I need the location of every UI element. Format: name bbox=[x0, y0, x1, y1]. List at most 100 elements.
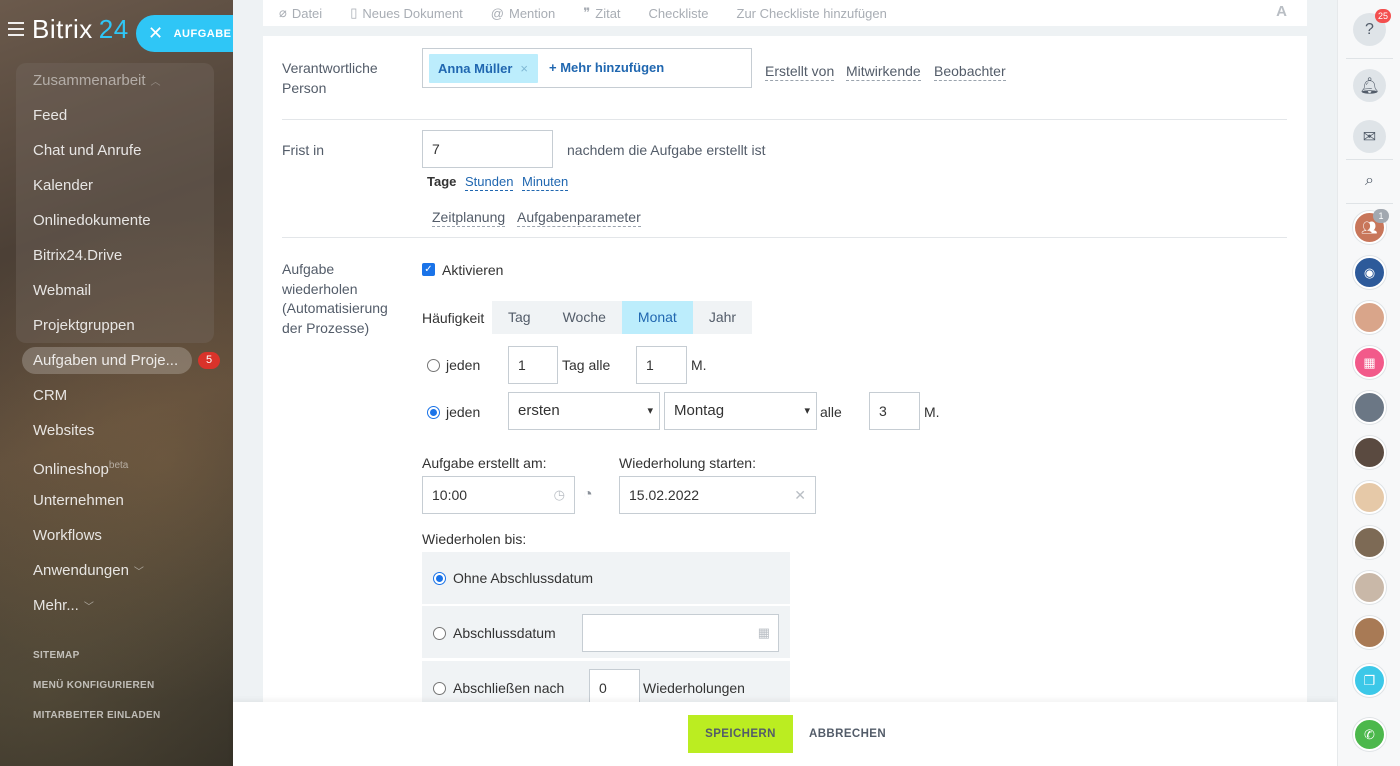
avatar[interactable] bbox=[1353, 571, 1386, 604]
option-1-suffix: M. bbox=[691, 357, 707, 373]
avatar[interactable] bbox=[1353, 616, 1386, 649]
unit-days[interactable]: Tage bbox=[427, 174, 456, 189]
toolbar-label: Neues Dokument bbox=[362, 5, 463, 21]
cancel-button[interactable]: ABBRECHEN bbox=[809, 715, 886, 753]
toolbar-label: Mention bbox=[509, 5, 556, 21]
sidebar-item-label: Mehr... bbox=[33, 597, 79, 614]
responsible-label: Verantwortliche Person bbox=[282, 60, 378, 96]
counter-badge: 5 bbox=[198, 352, 220, 369]
avatar[interactable] bbox=[1353, 436, 1386, 469]
phone-icon[interactable]: ✆ bbox=[1353, 718, 1386, 751]
divider bbox=[282, 237, 1287, 238]
deadline-label: Frist in bbox=[282, 142, 324, 158]
sidebar-item-chat[interactable]: Chat und Anrufe bbox=[0, 133, 233, 168]
invite-employees-link[interactable]: MITARBEITER EINLADEN bbox=[33, 708, 160, 738]
save-button[interactable]: SPEICHERN bbox=[688, 715, 793, 753]
new-task-button[interactable]: ✕ AUFGABE bbox=[136, 15, 233, 52]
activate-checkbox[interactable]: ✓ bbox=[422, 263, 435, 276]
configure-menu-link[interactable]: MENÜ KONFIGURIEREN bbox=[33, 678, 160, 708]
logo-number: 24 bbox=[98, 14, 129, 44]
participants-link[interactable]: Mitwirkende bbox=[846, 63, 921, 81]
user-chip[interactable]: Anna Müller × bbox=[429, 54, 538, 83]
created-at-time-input[interactable]: 10:00 ◷ bbox=[422, 476, 575, 514]
ordinal-select[interactable]: ersten ▾ bbox=[508, 392, 660, 430]
toolbar-checklist[interactable]: Checkliste bbox=[649, 6, 709, 21]
start-date-input[interactable]: 15.02.2022 ✕ bbox=[619, 476, 816, 514]
avatar[interactable] bbox=[1353, 391, 1386, 424]
chat-icon[interactable]: ✉︎ bbox=[1353, 120, 1386, 153]
option-2-prefix: jeden bbox=[446, 404, 481, 420]
copy-icon[interactable]: ❐ bbox=[1353, 664, 1386, 697]
calendar-icon[interactable]: ▦ bbox=[1353, 346, 1386, 379]
clear-icon[interactable]: ✕ bbox=[794, 477, 806, 513]
sidebar-item-webmail[interactable]: Webmail bbox=[0, 273, 233, 308]
frequency-day[interactable]: Tag bbox=[492, 301, 547, 334]
sidebar-item-unternehmen[interactable]: Unternehmen bbox=[0, 483, 233, 518]
end-after-radio[interactable] bbox=[433, 682, 446, 695]
sidebar-item-mehr[interactable]: Mehr... ﹀ bbox=[0, 588, 233, 623]
repeat-option-2-radio[interactable] bbox=[427, 406, 440, 419]
sidebar-item-crm[interactable]: CRM bbox=[0, 378, 233, 413]
sidebar-item-kalender[interactable]: Kalender bbox=[0, 168, 233, 203]
sidebar-item-aufgaben[interactable]: Aufgaben und Proje... 5 bbox=[0, 343, 233, 378]
scheduling-link[interactable]: Zeitplanung bbox=[432, 209, 506, 227]
contacts-icon[interactable]: 👥︎ 1 bbox=[1353, 209, 1389, 244]
sitemap-link[interactable]: SITEMAP bbox=[33, 648, 160, 678]
sidebar-item-drive[interactable]: Bitrix24.Drive bbox=[0, 238, 233, 273]
bell-icon[interactable]: 🔔︎ bbox=[1353, 69, 1386, 102]
avatar[interactable] bbox=[1353, 301, 1386, 334]
frequency-week[interactable]: Woche bbox=[547, 301, 622, 334]
option-2-months-input[interactable]: 3 bbox=[869, 392, 920, 430]
end-date-input[interactable]: ▦ bbox=[582, 614, 779, 652]
deadline-input[interactable]: 7 bbox=[422, 130, 553, 168]
task-form-panel: Verantwortliche Person Anna Müller × + Me… bbox=[263, 36, 1307, 707]
created-by-link[interactable]: Erstellt von bbox=[765, 63, 835, 81]
weekday-select[interactable]: Montag ▾ bbox=[664, 392, 817, 430]
logo[interactable]: Bitrix 24 bbox=[32, 14, 129, 45]
task-parameters-link[interactable]: Aufgabenparameter bbox=[517, 209, 641, 227]
add-more-link[interactable]: + Mehr hinzufügen bbox=[549, 60, 664, 75]
sidebar-item-anwendungen[interactable]: Anwendungen ﹀ bbox=[0, 553, 233, 588]
unit-hours[interactable]: Stunden bbox=[465, 173, 514, 191]
menu-burger-icon[interactable] bbox=[8, 22, 24, 36]
remove-user-icon[interactable]: × bbox=[520, 54, 528, 83]
frequency-month[interactable]: Monat bbox=[621, 301, 693, 334]
group-chat-icon[interactable]: ◉ bbox=[1353, 256, 1386, 289]
toolbar-new-document[interactable]: ▯ Neues Dokument bbox=[350, 5, 463, 21]
frequency-year[interactable]: Jahr bbox=[693, 301, 752, 334]
toolbar-add-checklist[interactable]: Zur Checkliste hinzufügen bbox=[737, 6, 887, 21]
sidebar-item-websites[interactable]: Websites bbox=[0, 413, 233, 448]
unit-minutes[interactable]: Minuten bbox=[522, 173, 569, 191]
until-end-date-row: Abschlussdatum ▦ bbox=[422, 606, 790, 658]
chevron-up-icon: ︿ bbox=[150, 77, 161, 88]
timezone-icon[interactable]: ◔ bbox=[583, 486, 593, 504]
sidebar-item-onlineshop[interactable]: Onlineshopbeta bbox=[0, 448, 233, 483]
no-end-radio[interactable] bbox=[433, 572, 446, 585]
editor-toolbar: ⌀ Datei ▯ Neues Dokument @ Mention ❞ Zitat C… bbox=[263, 0, 1307, 26]
responsible-field[interactable]: Anna Müller × + Mehr hinzufügen bbox=[422, 48, 752, 88]
created-at-value: 10:00 bbox=[432, 487, 468, 503]
repeat-option-1-radio[interactable] bbox=[427, 359, 440, 372]
end-date-radio[interactable] bbox=[433, 627, 446, 640]
end-date-label: Abschlussdatum bbox=[453, 625, 556, 641]
avatar[interactable] bbox=[1353, 481, 1386, 514]
format-icon[interactable]: A bbox=[1276, 3, 1287, 20]
toolbar-mention[interactable]: @ Mention bbox=[491, 6, 555, 21]
toolbar-quote[interactable]: ❞ Zitat bbox=[583, 5, 620, 21]
end-after-suffix: Wiederholungen bbox=[643, 680, 745, 696]
calendar-icon[interactable]: ▦ bbox=[758, 615, 770, 651]
sidebar-item-workflows[interactable]: Workflows bbox=[0, 518, 233, 553]
sidebar-item-feed[interactable]: Feed bbox=[0, 98, 233, 133]
search-icon[interactable]: ⌕ bbox=[1353, 164, 1386, 197]
avatar[interactable] bbox=[1353, 526, 1386, 559]
toolbar-label: Zur Checkliste hinzufügen bbox=[736, 5, 887, 21]
help-icon[interactable]: ? 25 bbox=[1353, 9, 1391, 46]
option-1-months-input[interactable]: 1 bbox=[636, 346, 687, 384]
observers-link[interactable]: Beobachter bbox=[934, 63, 1006, 81]
sidebar-item-onlinedokumente[interactable]: Onlinedokumente bbox=[0, 203, 233, 238]
sidebar-item-zusammenarbeit[interactable]: Zusammenarbeit ︿ bbox=[0, 63, 233, 98]
sidebar-item-projektgruppen[interactable]: Projektgruppen bbox=[0, 308, 233, 343]
option-1-day-input[interactable]: 1 bbox=[508, 346, 558, 384]
new-task-label: AUFGABE bbox=[173, 27, 232, 40]
toolbar-file[interactable]: ⌀ Datei bbox=[279, 5, 322, 21]
